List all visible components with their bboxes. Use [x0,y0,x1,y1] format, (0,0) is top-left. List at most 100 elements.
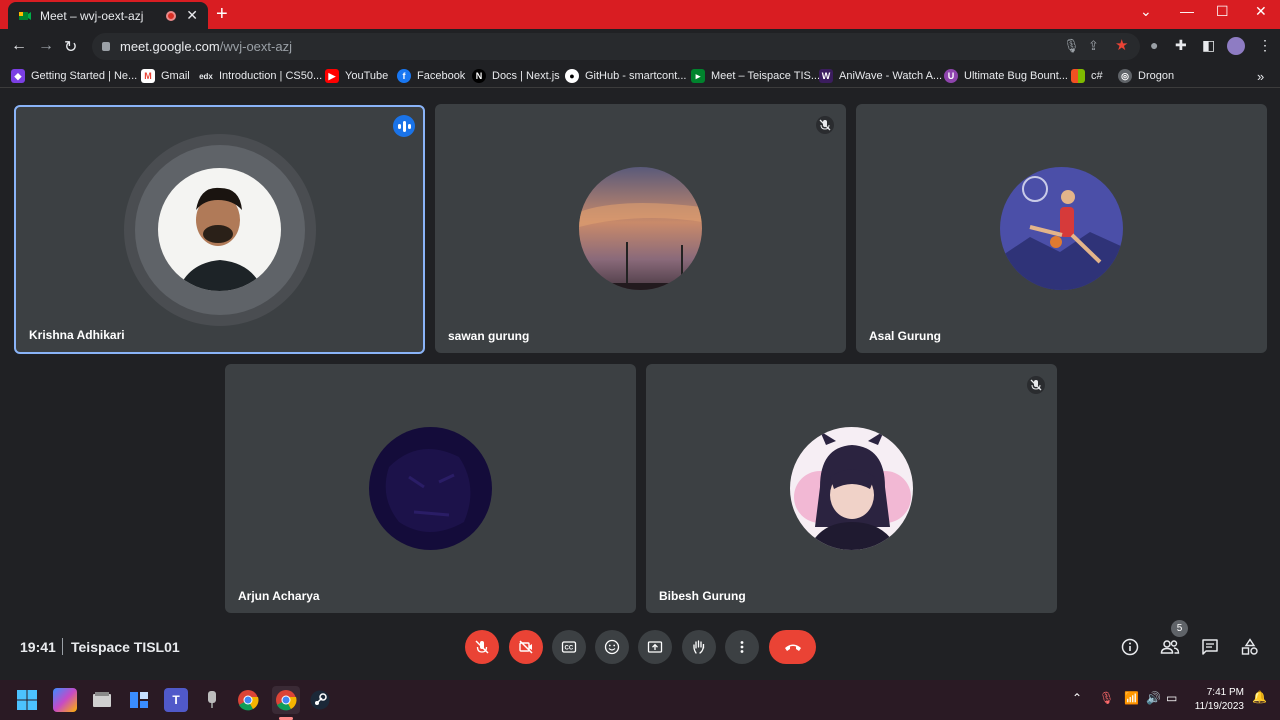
people-icon [1160,640,1180,654]
bookmark-star-icon[interactable]: ★ [1115,36,1128,54]
avatar [999,166,1123,290]
bookmark-item[interactable]: ◆ Getting Started | Ne... [11,68,137,84]
bookmark-item[interactable]: ▶ YouTube [325,68,388,84]
share-icon[interactable]: ⇪ [1088,38,1099,54]
info-icon [1121,638,1139,656]
bookmark-label: GitHub - smartcont... [585,70,687,82]
profile-avatar[interactable] [1227,37,1245,55]
widgets-app-icon[interactable] [127,688,151,712]
chrome-icon[interactable] [236,688,260,712]
bookmark-item[interactable]: ● GitHub - smartcont... [565,68,686,84]
present-screen-button[interactable] [638,630,672,664]
bookmark-label: Getting Started | Ne... [31,70,138,82]
podcast-app-icon[interactable] [200,688,224,712]
tab-strip: Meet – wvj-oext-azj ✕ + ⌄ — ☐ ✕ [0,0,1280,29]
maximize-button[interactable]: ☐ [1216,3,1229,20]
bookmark-item[interactable]: M Gmail [141,68,190,84]
nextjs-icon: N [472,69,486,83]
bookmark-item[interactable]: N Docs | Next.js [472,68,560,84]
notification-bell-icon[interactable]: 🔔 [1252,690,1267,704]
avatar [789,426,913,550]
mic-off-icon [475,640,489,654]
participant-tile[interactable]: Asal Gurung [856,104,1267,353]
menu-kebab-icon[interactable]: ⋮ [1258,37,1272,54]
folder-icon [93,692,111,707]
captions-button[interactable]: CC [552,630,586,664]
toggle-mic-button[interactable] [465,630,499,664]
back-icon[interactable]: ← [11,37,27,55]
battery-icon[interactable]: ▭ [1166,691,1177,705]
extension-bulb-icon[interactable]: ● [1150,37,1158,53]
mic-off-icon [816,116,834,134]
tray-microphone-icon[interactable]: 🎙 [1099,691,1114,705]
forward-icon[interactable]: → [38,37,54,55]
tab-search-icon[interactable]: ⌄ [1140,3,1152,20]
chrome-active-icon[interactable] [272,686,300,714]
bookmark-item[interactable]: ▸ Meet – Teispace TIS... [691,68,820,84]
url-path: /wvj-oext-azj [219,39,292,54]
emoji-icon [604,639,620,655]
meeting-clock: 19:41 [20,639,56,655]
close-tab-icon[interactable]: ✕ [186,7,198,24]
volume-icon[interactable]: 🔊 [1146,691,1161,705]
participant-tile[interactable]: Krishna Adhikari [14,105,425,354]
participant-name: Asal Gurung [869,329,942,343]
reactions-button[interactable] [595,630,629,664]
new-tab-button[interactable]: + [216,3,228,26]
bookmark-item[interactable]: c# [1071,68,1103,84]
windows-icon [1071,69,1085,83]
reload-icon[interactable]: ↻ [64,37,77,57]
hand-icon [693,640,705,654]
chrome-logo-icon [276,690,297,711]
shapes-icon [1241,638,1258,655]
microphone-icon [208,691,216,708]
participant-tile[interactable]: sawan gurung [435,104,846,353]
file-explorer-icon[interactable] [90,688,114,712]
teams-icon[interactable]: T [164,688,188,712]
meet-icon: ▸ [691,69,705,83]
microphone-icon[interactable]: 🎙 [1063,38,1080,54]
side-panel-icon[interactable]: ◧ [1202,37,1215,54]
bookmark-label: Facebook [417,70,466,82]
copilot-app-icon[interactable] [53,688,77,712]
start-button[interactable] [15,688,39,712]
extensions-puzzle-icon[interactable]: ✚ [1175,37,1187,54]
hang-up-icon [784,644,801,651]
chat-button[interactable] [1199,636,1221,658]
leave-call-button[interactable] [769,630,816,664]
bookmark-item[interactable]: ◎ Drogon [1118,68,1174,84]
meeting-details-button[interactable] [1119,636,1141,658]
avatar [157,167,281,291]
tab-meet[interactable]: Meet – wvj-oext-azj ✕ [8,2,208,29]
participant-tile[interactable]: Arjun Acharya [225,364,636,613]
bookmark-label: Gmail [161,70,190,82]
tray-overflow-chevron-icon[interactable]: ⌃ [1072,691,1082,705]
participant-tile[interactable]: Bibesh Gurung [646,364,1057,613]
address-bar[interactable]: meet.google.com/wvj-oext-azj [92,33,1140,60]
bookmark-label: Docs | Next.js [492,70,560,82]
bookmark-item[interactable]: f Facebook [397,68,465,84]
divider [62,638,63,655]
more-options-button[interactable] [725,630,759,664]
close-window-button[interactable]: ✕ [1255,3,1267,20]
more-bookmarks-icon[interactable]: » [1257,68,1264,84]
bookmark-label: c# [1091,70,1103,82]
bookmark-item[interactable]: U Ultimate Bug Bount... [944,68,1068,84]
chat-icon [1202,639,1218,655]
steam-icon[interactable] [308,688,332,712]
people-button[interactable] [1159,636,1181,658]
wifi-icon[interactable]: 📶 [1124,691,1139,705]
os-taskbar: T ⌃ 🎙 📶 🔊 ▭ 7:41 PM 11/19/2023 🔔 [0,680,1280,720]
raise-hand-button[interactable] [682,630,716,664]
minimize-button[interactable]: — [1180,3,1194,19]
system-clock[interactable]: 7:41 PM 11/19/2023 [1186,686,1244,714]
bookmark-item[interactable]: W AniWave - Watch A... [819,68,942,84]
facebook-icon: f [397,69,411,83]
windows-logo-icon [17,690,37,710]
speaking-indicator-icon [393,115,415,137]
bookmark-item[interactable]: edx Introduction | CS50... [199,68,322,84]
toggle-camera-button[interactable] [509,630,543,664]
activities-button[interactable] [1239,636,1261,658]
avatar [368,426,492,550]
participant-name: sawan gurung [448,329,530,343]
